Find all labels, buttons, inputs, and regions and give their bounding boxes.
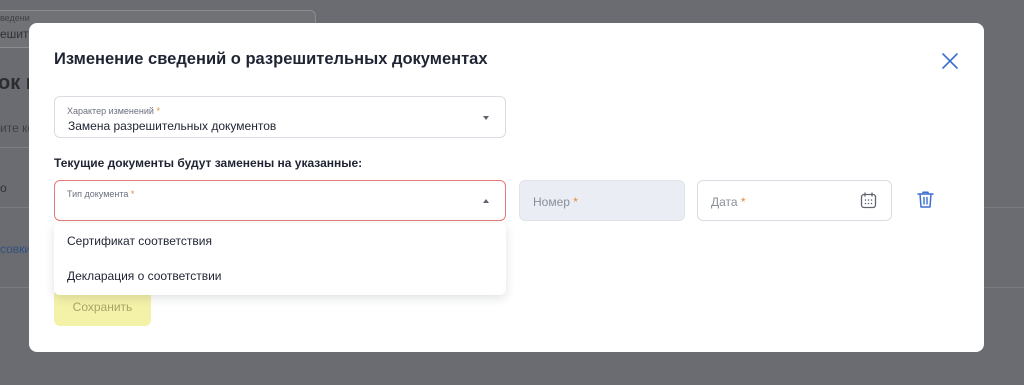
number-input[interactable]: Номер * [519,180,685,221]
date-input[interactable]: Дата * [697,180,892,221]
calendar-icon [860,192,877,209]
dropdown-option-certificate[interactable]: Сертификат соответствия [54,224,506,259]
document-type-label-text: Тип документа [67,189,129,199]
edit-documents-modal: Изменение сведений о разрешительных доку… [29,23,984,352]
date-placeholder-text: Дата [711,195,738,209]
close-icon [942,53,958,69]
modal-title: Изменение сведений о разрешительных доку… [54,50,488,68]
number-placeholder-text: Номер [533,195,570,209]
close-button[interactable] [939,50,961,72]
document-type-dropdown: Сертификат соответствия Декларация о соо… [54,223,506,295]
calendar-button[interactable] [860,192,877,209]
dropdown-option-declaration[interactable]: Декларация о соответствии [54,259,506,294]
date-placeholder: Дата * [711,195,746,209]
number-placeholder: Номер * [533,195,578,209]
change-type-label: Характер изменений * [67,106,160,116]
document-type-label: Тип документа * [67,189,134,199]
required-mark: * [156,106,160,116]
required-mark: * [740,195,746,209]
change-type-value: Замена разрешительных документов [68,119,277,133]
document-type-select[interactable]: Тип документа * [54,180,506,221]
change-type-label-text: Характер изменений [67,106,154,116]
required-mark: * [130,189,135,199]
section-label: Текущие документы будут заменены на указ… [54,156,363,170]
chevron-down-icon [483,116,489,120]
background-row-text: о [0,181,7,195]
change-type-select[interactable]: Характер изменений * Замена разрешительн… [54,96,506,138]
background-link: совки [0,242,32,256]
delete-row-button[interactable] [915,189,936,210]
required-mark: * [573,195,578,209]
trash-icon [917,191,934,208]
chevron-up-icon [483,199,489,203]
background-field-label: ведени [0,13,30,23]
